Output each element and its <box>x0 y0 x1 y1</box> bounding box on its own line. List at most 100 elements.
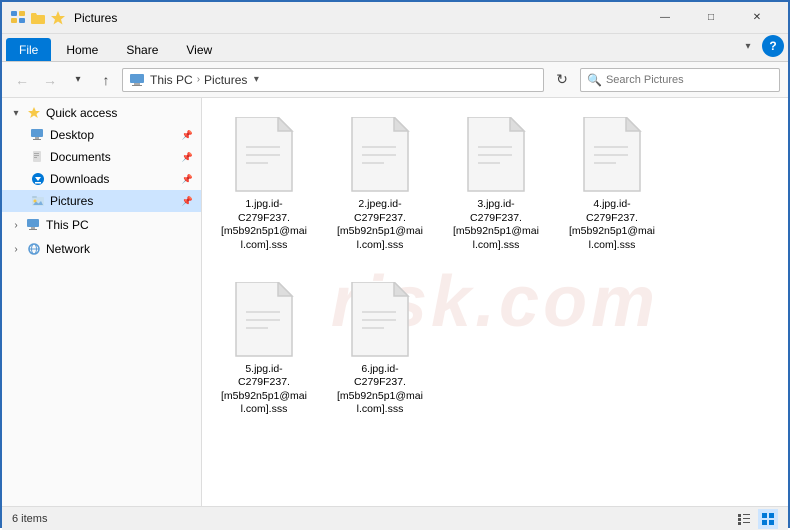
quick-access-section: ▾ Quick access Desktop <box>2 102 201 212</box>
up-button[interactable]: ↑ <box>94 68 118 92</box>
this-pc-sidebar-icon <box>26 217 42 233</box>
sidebar-pictures-label: Pictures <box>50 194 176 208</box>
path-pictures[interactable]: Pictures <box>204 73 247 87</box>
ribbon-right: ▾ ? <box>738 35 784 61</box>
tab-file[interactable]: File <box>6 38 51 61</box>
this-pc-icon <box>129 72 145 88</box>
close-button[interactable]: ✕ <box>734 2 780 34</box>
pin-icon-desktop: 📌 <box>182 130 193 141</box>
pin-icon-pictures: 📌 <box>182 196 193 207</box>
sidebar-this-pc-label: This PC <box>46 218 193 232</box>
file-name-2: 2.jpeg.id-C279F237.[m5b92n5p1@mail.com].… <box>336 198 424 253</box>
file-name-5: 5.jpg.id-C279F237.[m5b92n5p1@mail.com].s… <box>220 363 308 418</box>
tiles-view-button[interactable] <box>758 509 778 529</box>
file-name-3: 3.jpg.id-C279F237.[m5b92n5p1@mail.com].s… <box>452 198 540 253</box>
pin-icon-downloads: 📌 <box>182 174 193 185</box>
dropdown-button[interactable]: ▾ <box>66 68 90 92</box>
file-icon <box>345 281 415 361</box>
sidebar-item-desktop[interactable]: Desktop 📌 <box>2 124 201 146</box>
sidebar-item-quick-access[interactable]: ▾ Quick access <box>2 102 201 124</box>
file-item-1[interactable]: 1.jpg.id-C279F237.[m5b92n5p1@mail.com].s… <box>214 110 314 259</box>
sidebar-item-documents[interactable]: Documents 📌 <box>2 146 201 168</box>
network-section: › Network <box>2 238 201 260</box>
tab-share[interactable]: Share <box>113 38 171 61</box>
file-svg-icon <box>348 282 412 360</box>
refresh-button[interactable]: ↻ <box>548 66 576 94</box>
sidebar-network-label: Network <box>46 242 193 256</box>
file-svg-icon <box>232 117 296 195</box>
file-icon <box>461 116 531 196</box>
address-bar: ← → ▾ ↑ This PC › Pictures ▾ ↻ 🔍 <box>2 62 788 98</box>
path-parts: This PC › Pictures <box>129 72 247 88</box>
window-controls: — □ ✕ <box>642 2 780 34</box>
file-icon <box>345 116 415 196</box>
list-view-icon <box>737 512 751 526</box>
sidebar-item-pictures[interactable]: Pictures 📌 <box>2 190 201 212</box>
address-path: This PC › Pictures ▾ <box>122 68 544 92</box>
toggle-this-pc: › <box>10 220 22 231</box>
window-title: Pictures <box>74 11 642 25</box>
toggle-network: › <box>10 244 22 255</box>
file-grid: 1.jpg.id-C279F237.[m5b92n5p1@mail.com].s… <box>214 110 776 423</box>
file-item-4[interactable]: 4.jpg.id-C279F237.[m5b92n5p1@mail.com].s… <box>562 110 662 259</box>
file-icon <box>577 116 647 196</box>
title-bar: Pictures — □ ✕ <box>2 2 788 34</box>
documents-icon <box>30 149 46 165</box>
search-input[interactable] <box>606 74 773 86</box>
search-box: 🔍 <box>580 68 780 92</box>
tab-home[interactable]: Home <box>53 38 111 61</box>
minimize-button[interactable]: — <box>642 2 688 34</box>
file-name-4: 4.jpg.id-C279F237.[m5b92n5p1@mail.com].s… <box>568 198 656 253</box>
file-icon <box>229 116 299 196</box>
ribbon-tabs: File Home Share View ▾ ? <box>2 34 788 62</box>
file-item-3[interactable]: 3.jpg.id-C279F237.[m5b92n5p1@mail.com].s… <box>446 110 546 259</box>
sidebar-item-network[interactable]: › Network <box>2 238 201 260</box>
path-chevron-1: › <box>197 74 200 85</box>
toggle-quick-access: ▾ <box>10 108 22 119</box>
folder-icon-title <box>30 10 46 26</box>
star-icon <box>50 10 66 26</box>
item-count: 6 items <box>12 513 47 525</box>
help-button[interactable]: ? <box>762 35 784 57</box>
desktop-icon <box>30 127 46 143</box>
sidebar-documents-label: Documents <box>50 150 176 164</box>
this-pc-section: › This PC <box>2 214 201 236</box>
file-item-2[interactable]: 2.jpeg.id-C279F237.[m5b92n5p1@mail.com].… <box>330 110 430 259</box>
pictures-icon <box>30 193 46 209</box>
quick-access-label: Quick access <box>46 106 193 120</box>
path-this-pc[interactable]: This PC <box>150 73 193 87</box>
pin-icon-documents: 📌 <box>182 152 193 163</box>
sidebar-item-this-pc[interactable]: › This PC <box>2 214 201 236</box>
content-area: risk.com 1.jpg.id-C279F237.[m5b92n5p1@ma… <box>202 98 788 506</box>
file-svg-icon <box>348 117 412 195</box>
forward-button[interactable]: → <box>38 68 62 92</box>
tab-view[interactable]: View <box>173 38 225 61</box>
quick-access-star-icon <box>26 105 42 121</box>
file-svg-icon <box>232 282 296 360</box>
status-bar-right <box>734 509 778 529</box>
main-layout: ▾ Quick access Desktop <box>2 98 788 506</box>
sidebar: ▾ Quick access Desktop <box>2 98 202 506</box>
title-bar-icons <box>10 10 66 26</box>
file-item-5[interactable]: 5.jpg.id-C279F237.[m5b92n5p1@mail.com].s… <box>214 275 314 424</box>
search-icon: 🔍 <box>587 73 602 87</box>
sidebar-downloads-label: Downloads <box>50 172 176 186</box>
file-svg-icon <box>580 117 644 195</box>
address-dropdown-button[interactable]: ▾ <box>247 68 265 92</box>
sidebar-item-downloads[interactable]: Downloads 📌 <box>2 168 201 190</box>
tiles-view-icon <box>761 512 775 526</box>
file-svg-icon <box>464 117 528 195</box>
maximize-button[interactable]: □ <box>688 2 734 34</box>
file-name-6: 6.jpg.id-C279F237.[m5b92n5p1@mail.com].s… <box>336 363 424 418</box>
downloads-icon <box>30 171 46 187</box>
sidebar-desktop-label: Desktop <box>50 128 176 142</box>
file-name-1: 1.jpg.id-C279F237.[m5b92n5p1@mail.com].s… <box>220 198 308 253</box>
file-icon <box>229 281 299 361</box>
back-button[interactable]: ← <box>10 68 34 92</box>
network-icon <box>26 241 42 257</box>
quick-access-icon <box>10 10 26 26</box>
list-view-button[interactable] <box>734 509 754 529</box>
ribbon-chevron-button[interactable]: ▾ <box>738 36 758 56</box>
status-bar: 6 items <box>2 506 788 530</box>
file-item-6[interactable]: 6.jpg.id-C279F237.[m5b92n5p1@mail.com].s… <box>330 275 430 424</box>
